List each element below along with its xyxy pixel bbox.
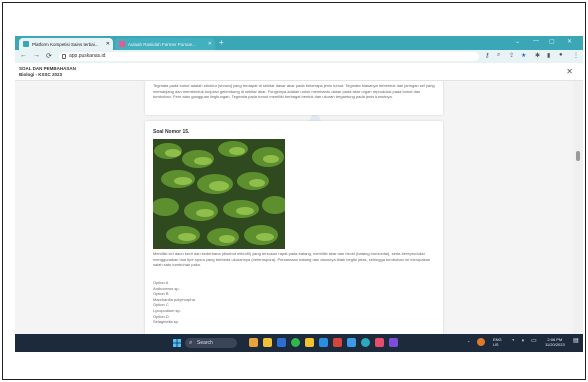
question-title: Soal Nomor 15. <box>153 129 190 135</box>
windows-icon[interactable] <box>173 339 181 347</box>
edge-icon[interactable] <box>319 338 328 347</box>
chrome-icon[interactable] <box>291 338 300 347</box>
clock[interactable]: 2:06 PM 11/20/2023 <box>545 337 565 347</box>
extensions-icon[interactable]: ✱ <box>535 52 540 59</box>
browser-tab-bar: Platform Kompetisi Sains terbai... ✕ Aul… <box>15 36 583 50</box>
options-list: Option A Anthoceros sp. Option B Marchan… <box>153 280 195 325</box>
store-icon[interactable] <box>347 338 356 347</box>
previous-explanation-text: Tegmata pada tumut adalah struktur [show… <box>153 83 435 99</box>
sidebar-icon[interactable]: ▮ <box>547 52 550 59</box>
new-tab-icon[interactable]: + <box>219 38 224 47</box>
notification-icon[interactable]: ▤ <box>573 338 579 344</box>
url-text: app.puskanas.id <box>69 53 106 59</box>
option-d-answer[interactable]: Selaginella sp. <box>153 319 195 325</box>
url-field[interactable]: app.puskanas.id <box>59 52 479 61</box>
folder-icon[interactable] <box>263 338 272 347</box>
question-card: Soal Nomor 15. Memiliki ciri daun kecil … <box>145 121 443 343</box>
key-icon[interactable]: ⚷ <box>485 52 489 59</box>
menu-icon[interactable]: ⋮ <box>573 52 579 59</box>
close-tab-icon[interactable]: ✕ <box>208 41 212 47</box>
region-text: US <box>493 342 499 347</box>
reload-icon[interactable]: ⟳ <box>46 52 52 60</box>
lock-icon <box>62 54 66 59</box>
app-header: SOAL DAN PEMBAHASAN Biologi - KSSC 2023 … <box>15 63 583 81</box>
chevron-down-icon[interactable]: ⌄ <box>515 38 520 45</box>
tab-platform-kompetisi[interactable]: Platform Kompetisi Sains terbai... ✕ <box>19 38 113 50</box>
windows-taskbar: ⌕ Search ⌃ ENG US ◔ ◖ ▭ 2:06 PM 11/20/20… <box>15 334 583 352</box>
scrollbar-thumb[interactable] <box>576 151 580 161</box>
minimize-icon[interactable]: — <box>533 38 539 44</box>
app-icon[interactable] <box>333 338 342 347</box>
screen: Platform Kompetisi Sains terbai... ✕ Aul… <box>15 36 583 352</box>
zoom-icon[interactable]: ⌕ <box>497 52 500 59</box>
maximize-icon[interactable]: ▢ <box>549 38 555 45</box>
back-icon[interactable]: ← <box>20 52 27 59</box>
tab-label: Aulaah Rasiidah Farmer Pursue... <box>128 41 196 47</box>
mail-icon[interactable] <box>277 338 286 347</box>
browser-icon[interactable] <box>361 338 370 347</box>
tray-chevron-icon[interactable]: ⌃ <box>467 340 470 345</box>
share-icon[interactable]: ⇪ <box>509 52 514 59</box>
tab-aulaah[interactable]: Aulaah Rasiidah Farmer Pursue... ✕ <box>115 38 215 50</box>
search-icon: ⌕ <box>189 340 193 346</box>
page-title: SOAL DAN PEMBAHASAN <box>19 66 76 71</box>
app2-icon[interactable] <box>389 338 398 347</box>
wifi-icon[interactable]: ◔ <box>511 338 515 344</box>
taskbar-search-label: Search <box>197 340 213 346</box>
file-explorer-icon[interactable] <box>249 338 258 347</box>
tray-app-icon[interactable] <box>477 338 485 346</box>
scrollbar[interactable] <box>573 81 583 343</box>
profile-avatar[interactable]: ● <box>559 52 563 58</box>
close-icon[interactable]: ✕ <box>566 67 573 76</box>
question-text: Memiliki ciri daun kecil dan sederhana (… <box>153 251 431 267</box>
favicon-icon <box>23 41 29 47</box>
star-icon[interactable]: ★ <box>521 52 526 59</box>
date-text: 11/20/2023 <box>545 342 565 347</box>
media-icon[interactable] <box>375 338 384 347</box>
forward-icon[interactable]: → <box>33 52 40 59</box>
question-image-selaginella <box>153 139 285 249</box>
page-subtitle: Biologi - KSSC 2023 <box>19 72 63 77</box>
close-tab-icon[interactable]: ✕ <box>106 41 110 47</box>
taskbar-search[interactable]: ⌕ Search <box>185 338 237 348</box>
favicon-icon <box>119 41 125 47</box>
window-close-icon[interactable]: ✕ <box>567 38 572 45</box>
volume-icon[interactable]: ◖ <box>521 338 525 344</box>
tab-label: Platform Kompetisi Sains terbai... <box>32 41 99 47</box>
battery-icon[interactable]: ▭ <box>531 338 537 344</box>
content-area: Tegmata pada tumut adalah struktur [show… <box>15 81 583 343</box>
address-bar-row: ← → ⟳ app.puskanas.id ⚷ ⌕ ⇪ ★ ✱ ▮ ● ⋮ <box>15 50 583 63</box>
notes-icon[interactable] <box>305 338 314 347</box>
previous-answer-card: Tegmata pada tumut adalah struktur [show… <box>145 81 443 115</box>
language-indicator[interactable]: ENG US <box>493 337 502 347</box>
